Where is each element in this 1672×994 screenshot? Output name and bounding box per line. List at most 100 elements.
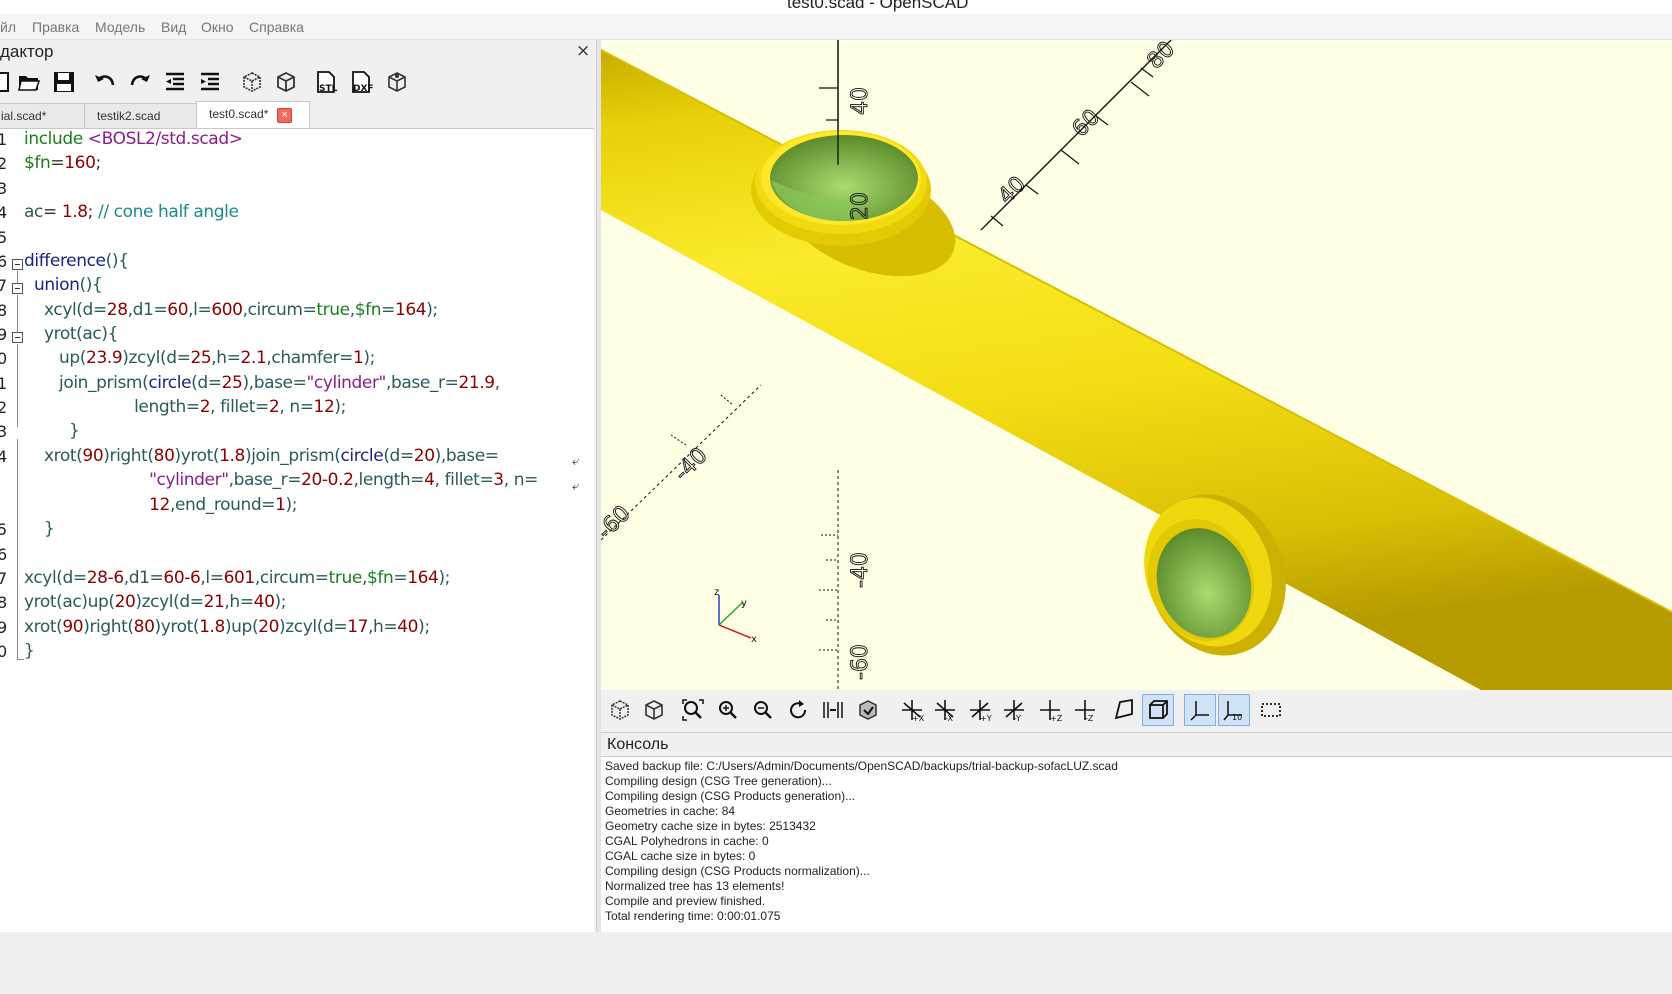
menu-window[interactable]: Окно xyxy=(201,19,234,35)
code-line: yrot(ac){ xyxy=(24,324,118,344)
preview-icon[interactable] xyxy=(604,694,636,726)
code-token: 40 xyxy=(253,592,275,612)
svg-text:+Z: +Z xyxy=(1050,714,1062,722)
menu-view[interactable]: Вид xyxy=(161,19,186,35)
svg-text:STL: STL xyxy=(319,84,338,94)
view-bottom-icon[interactable]: -Z xyxy=(1069,694,1101,726)
menu-file[interactable]: йл xyxy=(0,19,16,35)
send-to-print-icon[interactable] xyxy=(383,68,411,96)
show-scale-icon[interactable]: 10 xyxy=(1218,694,1250,726)
fold-line xyxy=(17,659,24,660)
code-token: ac xyxy=(24,202,43,222)
indent-icon[interactable] xyxy=(196,68,224,96)
view-center-icon[interactable] xyxy=(817,694,849,726)
orthogonal-icon[interactable] xyxy=(1142,694,1174,726)
svg-text:x: x xyxy=(751,634,757,645)
console-line: CGAL cache size in bytes: 0 xyxy=(605,849,756,863)
show-axes-icon[interactable] xyxy=(1184,694,1216,726)
code-line: xrot(90)right(80)yrot(1.8)up(20)zcyl(d=1… xyxy=(24,617,430,637)
undo-icon[interactable] xyxy=(91,68,119,96)
tab-trial[interactable]: ial.scad* xyxy=(0,103,85,128)
3d-viewport[interactable]: 40 20 40 60 80 -40 -60 -40 -60 z y x xyxy=(601,40,1672,690)
fold-marker[interactable] xyxy=(12,259,23,270)
code-token: , fillet= xyxy=(434,470,494,490)
tab-close-icon[interactable]: × xyxy=(277,108,292,123)
view-left-icon[interactable]: -X xyxy=(929,694,961,726)
x-label-neg40: -40 xyxy=(670,443,713,486)
editor-close-button[interactable]: × xyxy=(576,41,590,61)
console-line: Compiling design (CSG Products normaliza… xyxy=(605,864,870,878)
unindent-icon[interactable] xyxy=(161,68,189,96)
render-icon[interactable] xyxy=(638,694,670,726)
code-token: ; xyxy=(95,153,102,173)
code-line: } xyxy=(24,519,55,539)
code-token: 20 xyxy=(258,617,280,637)
view-top-icon[interactable]: +Z xyxy=(1034,694,1066,726)
code-token: } xyxy=(69,421,80,441)
console-line: Geometries in cache: 84 xyxy=(605,804,736,818)
view-toolbar: +X -X +Y -Y +Z -Z 10 xyxy=(601,690,1672,730)
view-back-icon[interactable]: +Y xyxy=(964,694,996,726)
code-token: 1.8 xyxy=(61,202,88,222)
code-token: ),base= xyxy=(434,446,499,466)
code-token: 20-0.2 xyxy=(301,470,354,490)
new-file-icon[interactable] xyxy=(0,68,16,96)
code-token: 90 xyxy=(62,617,84,637)
code-token: ); xyxy=(285,495,298,515)
code-token: d= xyxy=(82,300,108,320)
zoom-in-icon[interactable] xyxy=(712,694,744,726)
code-token: <BOSL2/std.scad> xyxy=(87,129,243,149)
code-token: )zcyl(d= xyxy=(135,592,204,612)
line-number: 7 xyxy=(0,276,8,295)
tab-testik2[interactable]: testik2.scad xyxy=(84,103,197,128)
menu-help[interactable]: Справка xyxy=(249,19,304,35)
render-icon[interactable] xyxy=(272,68,300,96)
line-number: 1 xyxy=(0,130,8,149)
code-editor[interactable]: include <BOSL2/std.scad> $fn=160; ac= 1.8;… xyxy=(0,128,594,933)
preview-icon[interactable] xyxy=(238,68,266,96)
code-token: 60 xyxy=(167,300,189,320)
tab-test0[interactable]: test0.scad* × xyxy=(196,101,310,128)
code-token: 21 xyxy=(203,592,225,612)
fold-marker[interactable] xyxy=(12,332,23,343)
console-line: Compiling design (CSG Tree generation)..… xyxy=(605,774,832,788)
redo-icon[interactable] xyxy=(126,68,154,96)
code-token: true xyxy=(328,568,363,588)
code-token: 90 xyxy=(82,446,104,466)
reset-view-icon[interactable] xyxy=(782,694,814,726)
code-line: join_prism(circle(d=25),base="cylinder",… xyxy=(24,373,500,393)
perspective-icon[interactable] xyxy=(1108,694,1140,726)
code-token: xrot( xyxy=(24,617,63,637)
code-token: yrot(ac){ xyxy=(44,324,119,344)
view-all-icon[interactable] xyxy=(677,694,709,726)
code-token: 600 xyxy=(211,300,243,320)
code-line: xrot(90)right(80)yrot(1.8)join_prism(cir… xyxy=(24,446,499,466)
line-number: 6 xyxy=(0,252,8,271)
export-stl-icon[interactable]: STL xyxy=(312,68,340,96)
fold-marker[interactable] xyxy=(12,283,23,294)
console-output[interactable]: Saved backup file: C:/Users/Admin/Docume… xyxy=(601,756,1672,932)
view-diagonal-icon[interactable] xyxy=(852,694,884,726)
open-file-icon[interactable] xyxy=(15,68,43,96)
tab-label: ial.scad* xyxy=(1,109,47,123)
save-icon[interactable] xyxy=(50,68,78,96)
show-edges-icon[interactable] xyxy=(1255,694,1287,726)
menu-design[interactable]: Модель xyxy=(95,19,145,35)
export-dxf-icon[interactable]: DXF xyxy=(347,68,375,96)
view-front-icon[interactable]: -Y xyxy=(998,694,1030,726)
view-right-icon[interactable]: +X xyxy=(896,694,928,726)
zoom-out-icon[interactable] xyxy=(747,694,779,726)
code-token: ); xyxy=(274,592,287,612)
code-token: xcyl( xyxy=(44,300,83,320)
code-token: difference xyxy=(24,251,106,271)
menu-edit[interactable]: Правка xyxy=(32,19,79,35)
code-token: (){ xyxy=(105,251,129,271)
editor-title: дактор xyxy=(0,42,54,61)
code-token: $fn xyxy=(354,300,382,320)
code-token: $fn xyxy=(366,568,394,588)
